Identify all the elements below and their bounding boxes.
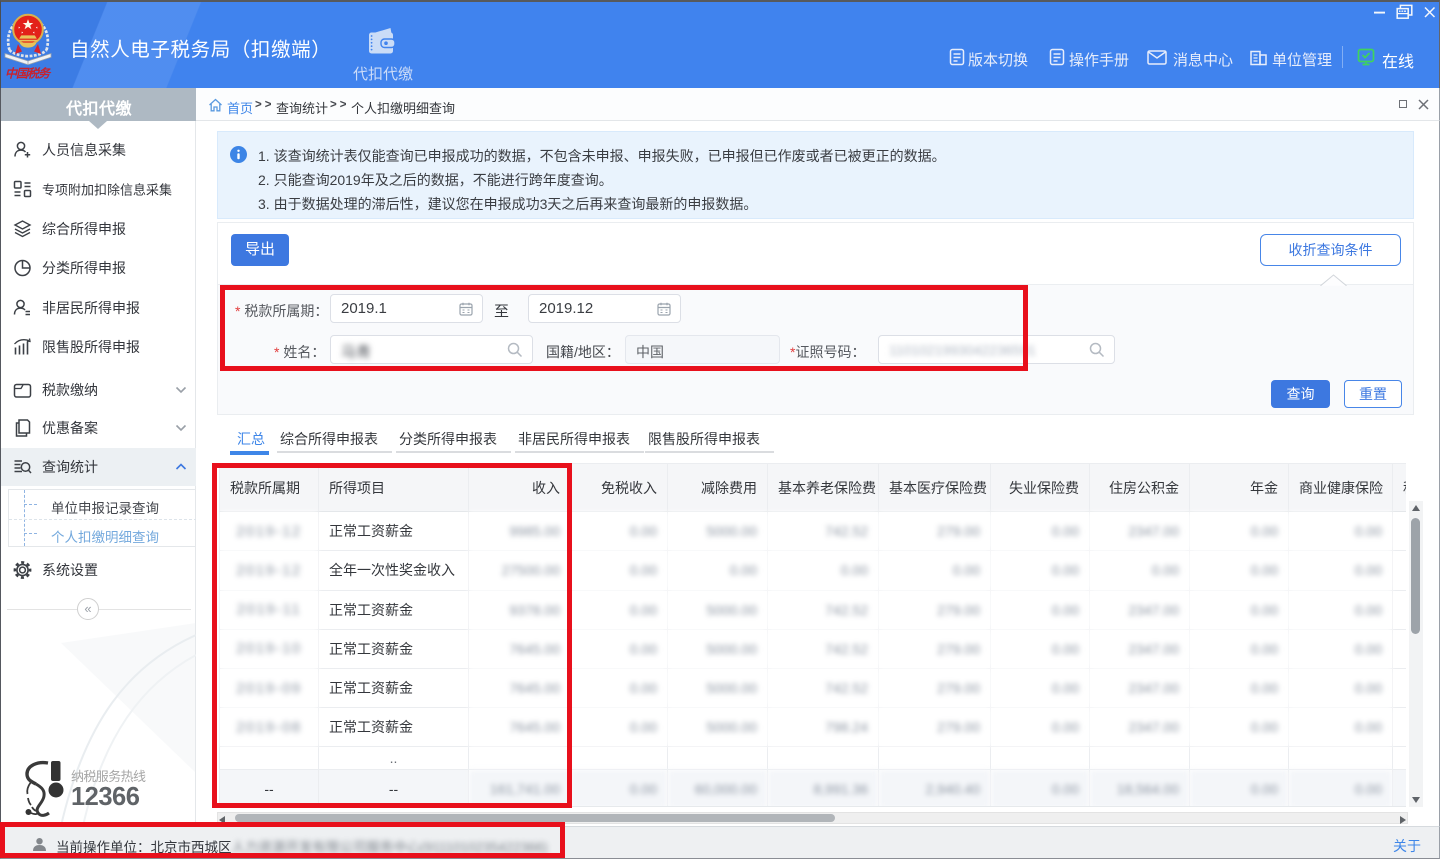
svg-text:中国税务: 中国税务 — [5, 67, 52, 81]
